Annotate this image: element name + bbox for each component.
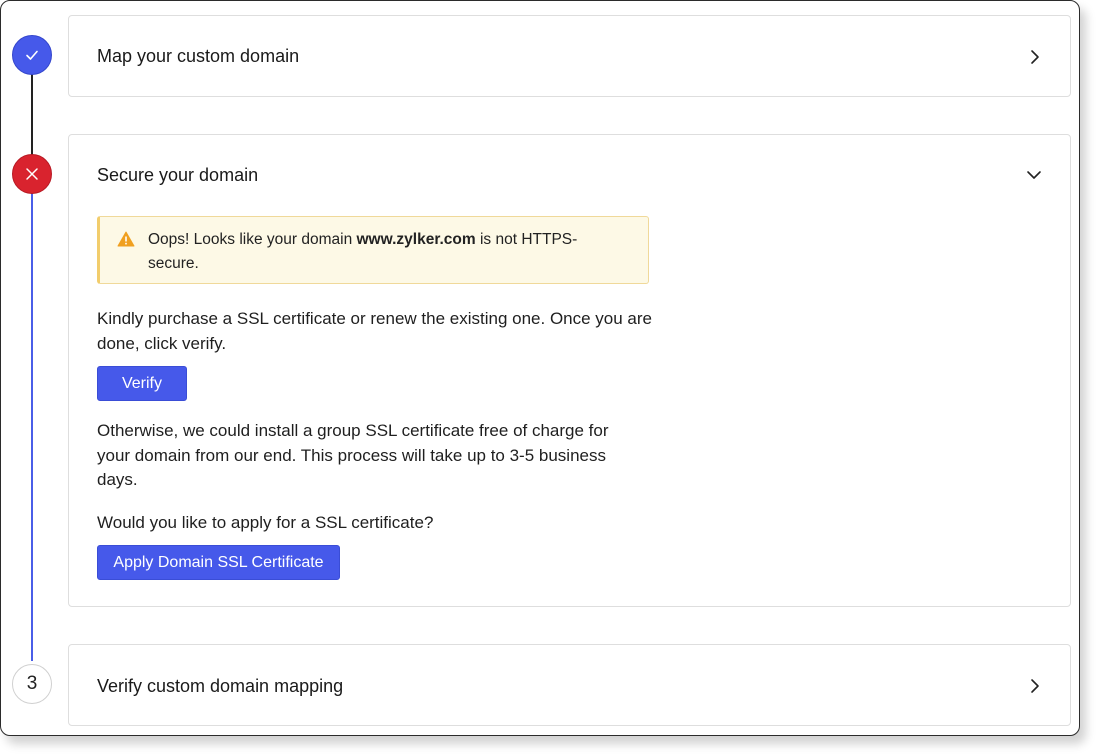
https-warning-alert: Oops! Looks like your domain www.zylker.… — [97, 216, 649, 284]
close-icon — [26, 168, 38, 180]
step-map-domain[interactable]: Map your custom domain — [68, 15, 1071, 97]
step-title[interactable]: Secure your domain — [97, 165, 258, 186]
step-1-status-done — [12, 35, 52, 75]
step-2-status-error — [12, 154, 52, 194]
warning-prefix: Oops! Looks like your domain — [148, 231, 357, 248]
timeline-connector-active — [31, 191, 33, 661]
step-title: Verify custom domain mapping — [97, 676, 344, 696]
ssl-instruction-text: Kindly purchase a SSL certificate or ren… — [97, 309, 653, 353]
domain-name: www.zylker.com — [356, 231, 476, 248]
step-title: Map your custom domain — [97, 46, 300, 66]
ssl-question-text: Would you like to apply for a SSL certif… — [97, 513, 434, 532]
verify-button[interactable]: Verify — [97, 366, 187, 401]
chevron-right-icon[interactable] — [1028, 678, 1042, 694]
timeline-connector-completed — [31, 73, 33, 157]
chevron-down-icon[interactable] — [1026, 169, 1042, 181]
step-secure-domain: Secure your domain Oops! Looks like your… — [68, 134, 1071, 607]
warning-message: Oops! Looks like your domain www.zylker.… — [148, 228, 618, 276]
warning-icon — [117, 231, 135, 247]
group-ssl-info-text: Otherwise, we could install a group SSL … — [97, 421, 609, 489]
apply-ssl-certificate-button[interactable]: Apply Domain SSL Certificate — [97, 545, 340, 580]
domain-setup-panel: 3 Map your custom domain Secure your dom… — [0, 0, 1080, 736]
step-3-number: 3 — [12, 664, 52, 704]
chevron-right-icon[interactable] — [1028, 49, 1042, 65]
check-icon — [26, 50, 38, 60]
step-verify-mapping[interactable]: Verify custom domain mapping — [68, 644, 1071, 726]
